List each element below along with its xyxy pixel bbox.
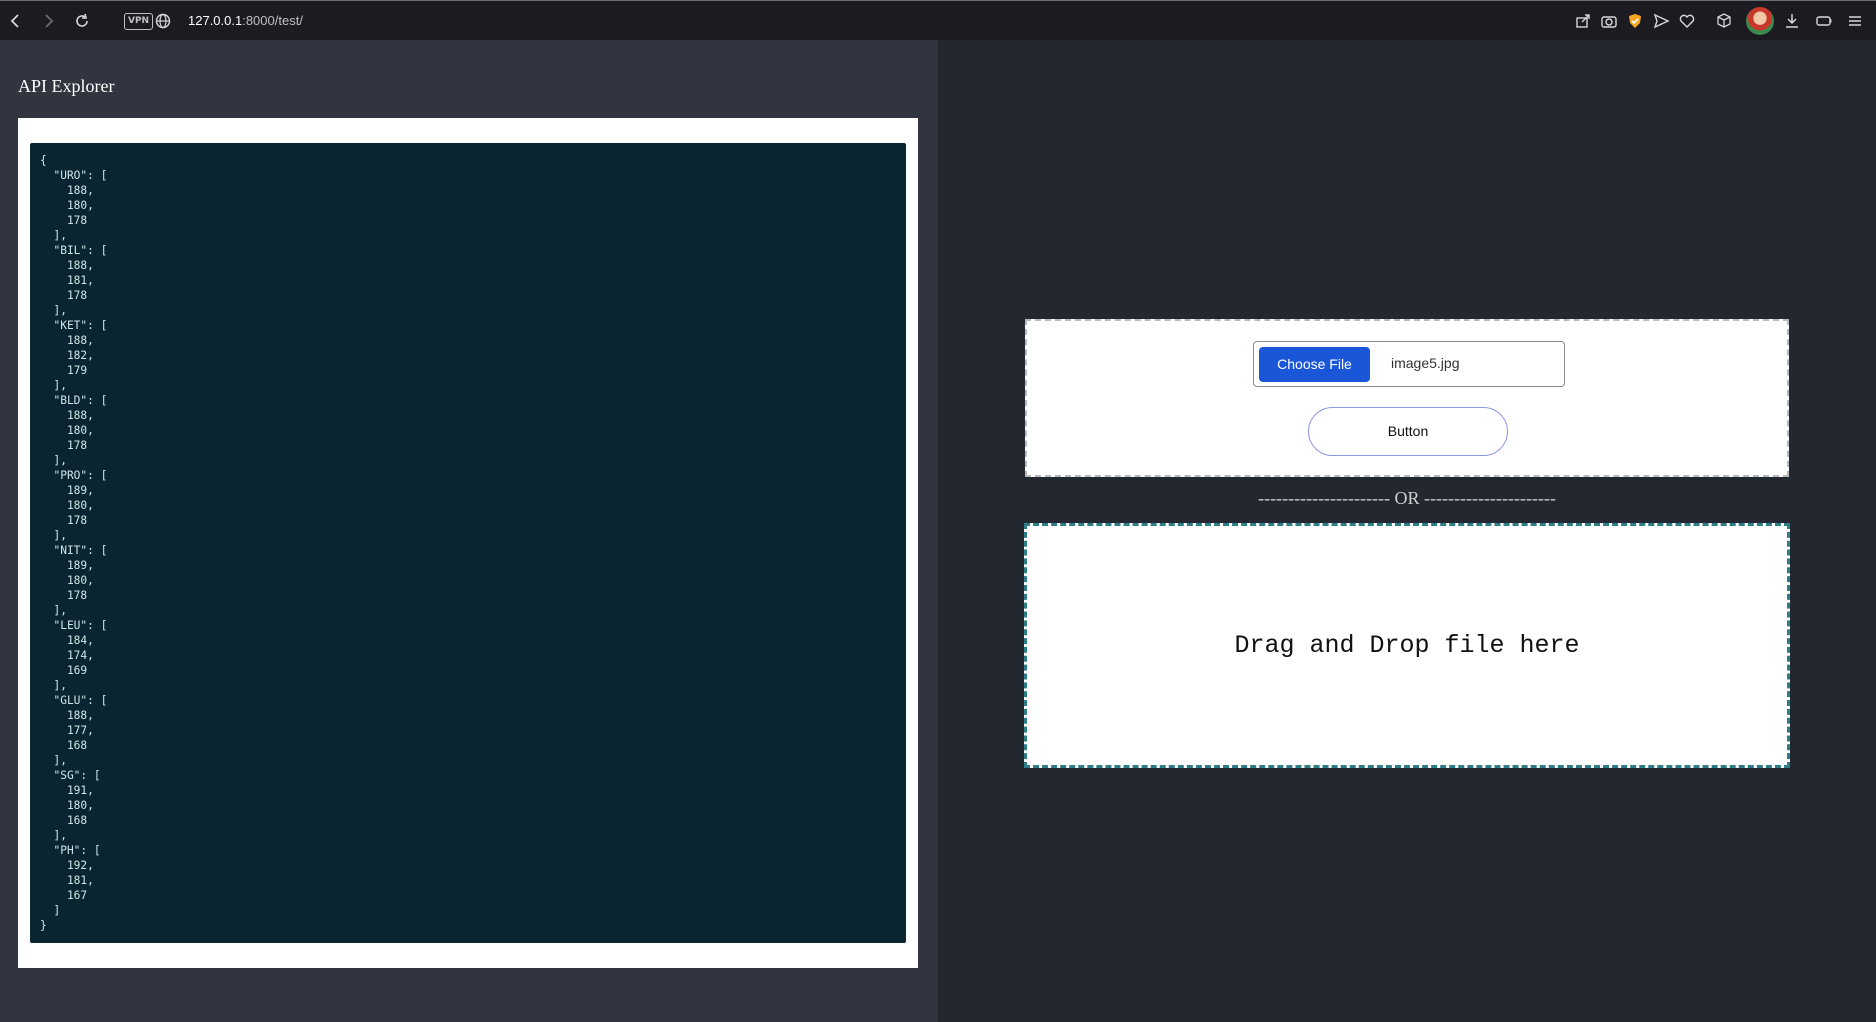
- choose-file-button[interactable]: Choose File: [1259, 347, 1370, 382]
- share-icon[interactable]: [1573, 11, 1593, 31]
- back-icon[interactable]: [6, 11, 26, 31]
- menu-icon[interactable]: [1845, 11, 1865, 31]
- globe-icon: [153, 11, 173, 31]
- file-input[interactable]: Choose File image5.jpg: [1253, 341, 1565, 387]
- browser-toolbar: VPN 127.0.0.1:8000/test/: [0, 0, 1876, 40]
- send-icon[interactable]: [1651, 11, 1671, 31]
- reload-icon[interactable]: [72, 11, 92, 31]
- json-output-text: { "URO": [ 188, 180, 178 ], "BIL": [ 188…: [40, 154, 108, 932]
- drop-zone[interactable]: Drag and Drop file here: [1024, 523, 1790, 768]
- forward-icon[interactable]: [38, 11, 58, 31]
- url-host: 127.0.0.1: [188, 13, 243, 28]
- heart-icon[interactable]: [1677, 11, 1697, 31]
- url-path: :8000/test/: [242, 13, 303, 28]
- json-output[interactable]: { "URO": [ 188, 180, 178 ], "BIL": [ 188…: [30, 143, 906, 943]
- battery-icon[interactable]: [1814, 11, 1834, 31]
- page-title: API Explorer: [18, 76, 115, 96]
- vpn-badge[interactable]: VPN: [124, 13, 154, 30]
- json-output-frame: { "URO": [ 188, 180, 178 ], "BIL": [ 188…: [18, 118, 918, 968]
- submit-button[interactable]: Button: [1308, 407, 1508, 456]
- profile-avatar[interactable]: [1746, 7, 1774, 35]
- upload-form: Choose File image5.jpg Button: [1025, 319, 1789, 477]
- api-explorer-panel: API Explorer { "URO": [ 188, 180, 178 ],…: [0, 40, 938, 1022]
- address-bar[interactable]: 127.0.0.1:8000/test/: [188, 13, 303, 28]
- camera-icon[interactable]: [1599, 11, 1619, 31]
- shield-extension-icon[interactable]: [1625, 11, 1645, 31]
- cube-icon[interactable]: [1714, 11, 1734, 31]
- selected-file-name: image5.jpg: [1391, 355, 1460, 371]
- drop-zone-label: Drag and Drop file here: [1234, 631, 1580, 660]
- or-divider: ---------------------- OR --------------…: [1258, 488, 1556, 508]
- download-icon[interactable]: [1782, 11, 1802, 31]
